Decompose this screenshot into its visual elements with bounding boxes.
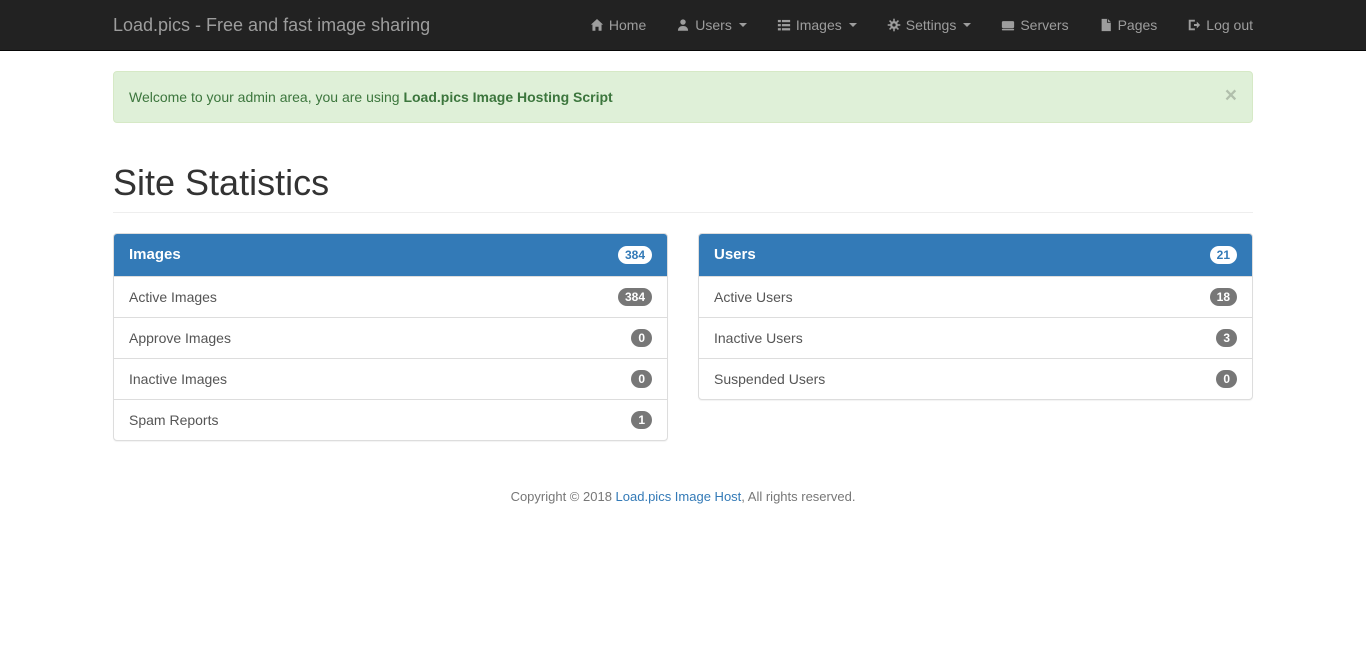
images-panel: Images 384 Active Images 384 Approve Ima… (113, 232, 668, 441)
nav-item-settings[interactable]: Settings (872, 0, 987, 50)
stat-badge: 18 (1209, 287, 1237, 306)
alert-text-bold: Load.pics Image Hosting Script (403, 89, 613, 105)
panel-title: Images (129, 245, 181, 263)
chevron-down-icon (738, 23, 747, 27)
stat-label: Inactive Users (714, 329, 803, 346)
nav-label: Pages (1117, 17, 1158, 33)
stat-label: Inactive Images (129, 370, 228, 387)
nav-label: Servers (1020, 17, 1069, 33)
stat-label: Spam Reports (129, 411, 219, 428)
nav-item-servers[interactable]: Servers (986, 0, 1083, 50)
nav-label: Users (695, 17, 732, 33)
user-icon (676, 18, 690, 32)
nav-item-images[interactable]: Images (762, 0, 872, 50)
file-icon (1099, 18, 1113, 32)
nav-item-logout[interactable]: Log out (1172, 0, 1253, 50)
footer: Copyright © 2018 Load.pics Image Host, A… (113, 461, 1253, 524)
images-total-badge: 384 (617, 245, 652, 264)
nav-label: Images (795, 17, 842, 33)
nav-item-home[interactable]: Home (575, 0, 661, 50)
users-panel: Users 21 Active Users 18 Inactive Users … (698, 232, 1253, 400)
stat-badge: 0 (631, 369, 652, 388)
users-total-badge: 21 (1209, 245, 1237, 264)
page-header: Site Statistics (113, 163, 1253, 213)
nav-item-users[interactable]: Users (661, 0, 762, 50)
list-item-inactive-users[interactable]: Inactive Users 3 (699, 316, 1252, 358)
page-title: Site Statistics (113, 162, 330, 203)
list-icon (777, 18, 791, 32)
copyright-text: Copyright © 2018 (510, 488, 616, 504)
list-item-inactive-images[interactable]: Inactive Images 0 (114, 357, 667, 399)
chevron-down-icon (963, 23, 972, 27)
images-panel-heading: Images 384 (114, 233, 667, 276)
list-item-spam-reports[interactable]: Spam Reports 1 (114, 398, 667, 440)
main-nav: Home Users Images Settings Servers Pages… (575, 0, 1253, 50)
stat-badge: 384 (617, 287, 652, 306)
panel-title: Users (714, 245, 756, 263)
list-item-active-images[interactable]: Active Images 384 (114, 275, 667, 317)
stat-label: Active Users (714, 288, 793, 305)
users-panel-heading: Users 21 (699, 233, 1252, 276)
stat-badge: 0 (1216, 369, 1237, 388)
server-icon (1001, 18, 1015, 32)
nav-label: Settings (905, 17, 957, 33)
list-item-suspended-users[interactable]: Suspended Users 0 (699, 357, 1252, 399)
alert-text: Welcome to your admin area, you are usin… (129, 89, 404, 105)
brand[interactable]: Load.pics - Free and fast image sharing (113, 0, 445, 50)
users-stat-list: Active Users 18 Inactive Users 3 Suspend… (699, 275, 1252, 399)
stat-label: Active Images (129, 288, 217, 305)
home-icon (590, 18, 604, 32)
top-navbar: Load.pics - Free and fast image sharing … (0, 0, 1366, 51)
alert-close-button[interactable]: × (1225, 85, 1237, 106)
stat-label: Approve Images (129, 329, 231, 346)
copyright-suffix: , All rights reserved. (741, 488, 856, 504)
chevron-down-icon (848, 23, 857, 27)
logout-icon (1187, 18, 1201, 32)
nav-label: Home (608, 17, 647, 33)
list-item-approve-images[interactable]: Approve Images 0 (114, 316, 667, 358)
nav-label: Log out (1206, 17, 1253, 33)
welcome-alert: Welcome to your admin area, you are usin… (113, 71, 1253, 123)
footer-site-link[interactable]: Load.pics Image Host (616, 489, 742, 504)
list-item-active-users[interactable]: Active Users 18 (699, 275, 1252, 317)
stats-row: Images 384 Active Images 384 Approve Ima… (98, 232, 1268, 461)
stat-badge: 3 (1216, 328, 1237, 347)
images-stat-list: Active Images 384 Approve Images 0 Inact… (114, 275, 667, 440)
stat-badge: 1 (631, 410, 652, 429)
nav-item-pages[interactable]: Pages (1084, 0, 1173, 50)
gear-icon (887, 18, 901, 32)
stat-badge: 0 (631, 328, 652, 347)
stat-label: Suspended Users (714, 370, 826, 387)
